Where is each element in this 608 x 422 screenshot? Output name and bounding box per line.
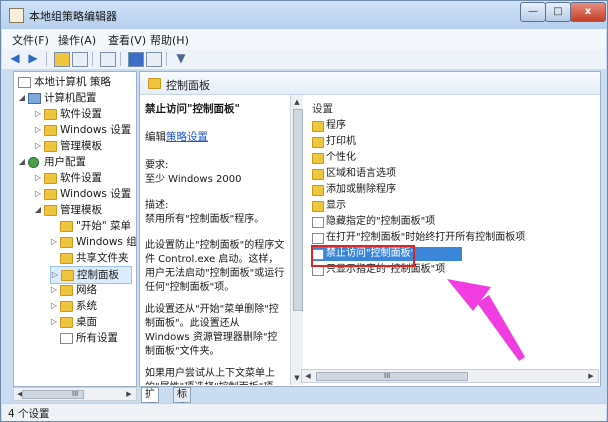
status-bar: 4 个设置 <box>2 403 606 421</box>
status-text: 4 个设置 <box>8 408 50 420</box>
arrow-shaft <box>477 295 525 361</box>
annotation-arrow <box>447 279 525 361</box>
main-window: 本地组策略编辑器 — □ x 文件(F) 操作(A) 查看(V) 帮助(H) ◀… <box>0 0 608 422</box>
